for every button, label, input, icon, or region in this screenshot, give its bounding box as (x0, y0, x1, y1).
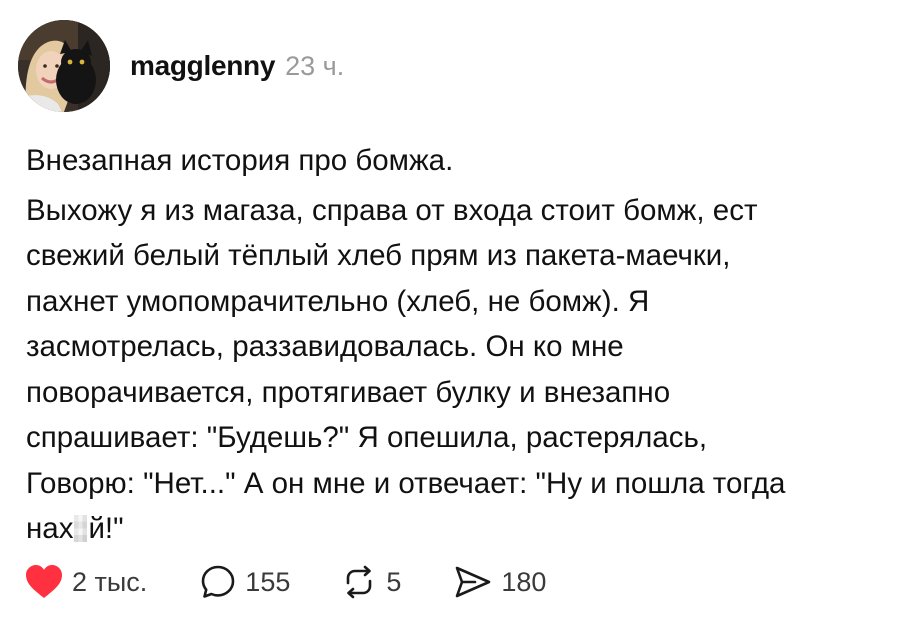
comment-button[interactable]: 155 (199, 563, 290, 601)
send-icon (453, 563, 493, 601)
last-line-before: нах (26, 512, 74, 545)
post-title: Внезапная история про бомжа. (26, 144, 454, 177)
censor-blur (74, 515, 88, 542)
comment-icon (199, 563, 237, 601)
post-text-line: Говорю: "Нет..." А он мне и отвечает: "Н… (26, 466, 786, 500)
post: magglenny 23 ч. Внезапная история про бо… (0, 0, 900, 626)
comment-count: 155 (245, 566, 291, 597)
avatar-image (18, 20, 110, 112)
avatar[interactable] (18, 20, 110, 112)
username[interactable]: magglenny (130, 50, 275, 82)
repost-count: 5 (386, 566, 402, 597)
post-text-last-line: нах й!" (26, 506, 886, 552)
heart-icon (24, 563, 64, 601)
repost-button[interactable]: 5 (340, 563, 401, 601)
action-bar: 2 тыс. 155 5 180 (24, 560, 546, 604)
last-line-after: й!" (88, 512, 124, 545)
like-button[interactable]: 2 тыс. (24, 563, 147, 601)
post-text-line: Выхожу я из магаза, справа от входа стои… (26, 193, 758, 227)
post-body: Внезапная история про бомжа. Выхожу я из… (26, 138, 886, 552)
share-button[interactable]: 180 (453, 563, 546, 601)
post-text-line: свежий белый тёплый хлеб прям из пакета-… (26, 239, 731, 272)
like-count: 2 тыс. (72, 566, 148, 597)
repost-icon (340, 563, 378, 601)
share-count: 180 (501, 566, 547, 597)
post-header: magglenny 23 ч. (130, 50, 344, 82)
post-text-line: пахнет умопомрачительно (хлеб, не бомж).… (26, 284, 650, 318)
post-text-line: спрашивает: "Будешь?" Я опешила, растеря… (26, 421, 708, 454)
post-text-line: поворачивается, протягивает булку и внез… (26, 375, 671, 409)
timestamp[interactable]: 23 ч. (285, 51, 344, 82)
post-text-line: засмотрелась, раззавидовалась. Он ко мне (26, 330, 624, 363)
